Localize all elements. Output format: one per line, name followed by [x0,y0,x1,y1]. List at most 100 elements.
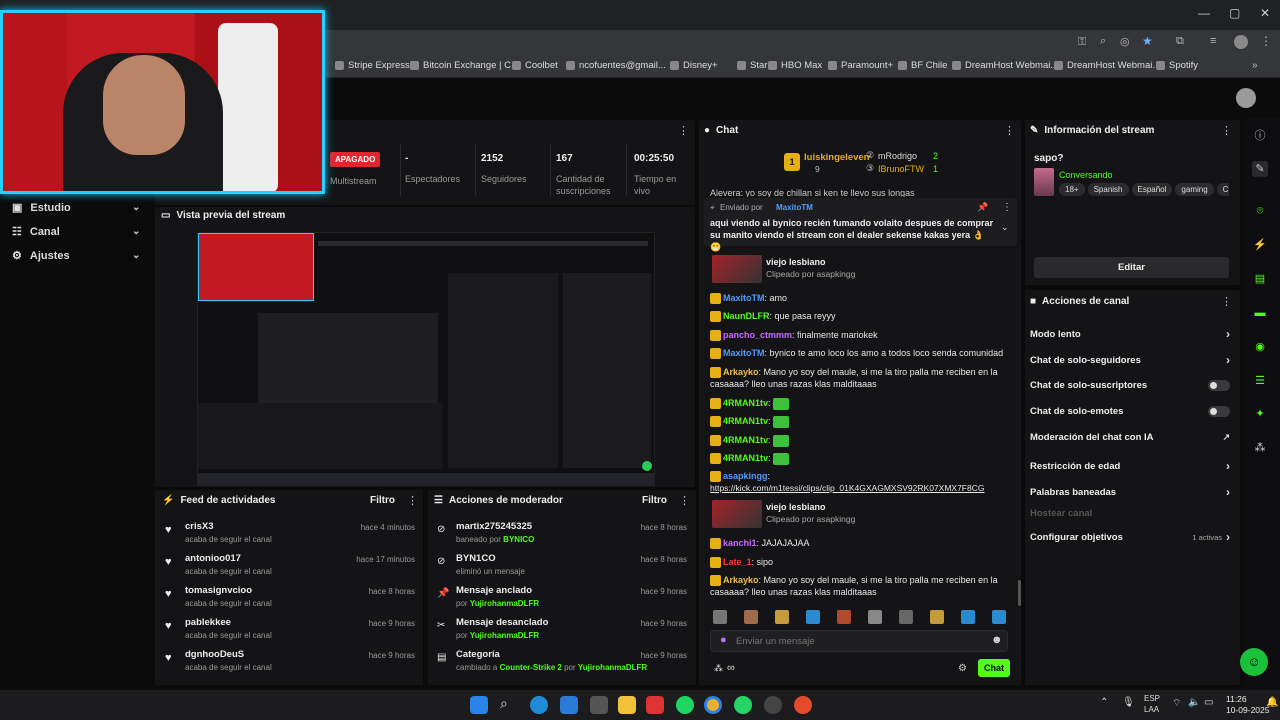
send-chat-button[interactable]: Chat [978,659,1010,677]
maximize-icon[interactable]: ▢ [1229,6,1240,20]
chat-settings-icon[interactable]: ⚙ [958,663,967,674]
bookmark-item[interactable]: Disney+ [670,60,718,71]
app-icon[interactable] [590,696,608,714]
close-icon[interactable]: ✕ [1260,6,1270,20]
clip-thumbnail[interactable] [712,255,762,283]
chrome-icon[interactable] [704,696,722,714]
info-rail-icon[interactable]: ▤ [1252,271,1268,287]
extensions-icon[interactable]: ⧉ [1176,35,1184,48]
emote-shortcut[interactable] [961,610,975,624]
more-bookmarks-icon[interactable]: » [1252,60,1258,71]
chat-username[interactable]: pancho_ctmmm [723,330,792,340]
steam-icon[interactable] [764,696,782,714]
store-icon[interactable] [560,696,578,714]
chat-username[interactable]: 4RMAN1tv [723,398,768,408]
channel-action-row[interactable]: Moderación del chat con IA ↗ [1030,432,1230,443]
language-indicator[interactable]: ESP [1144,694,1160,704]
chat-username[interactable]: NaunDLFR [723,311,770,321]
whatsapp-icon[interactable] [734,696,752,714]
sidebar-item-canal[interactable]: ☷ Canal ⌄ [12,225,142,239]
feed-user[interactable]: tomasignvcioo [185,585,252,596]
spotify-icon[interactable] [676,696,694,714]
mod-action-title[interactable]: BYN1CO [456,553,496,564]
chat-username[interactable]: MaxitoTM [723,348,765,358]
leaderboard-first[interactable]: luiskingeleven [804,152,869,163]
feed-user[interactable]: antonioo017 [185,553,241,564]
channel-action-row[interactable]: Modo lento › [1030,327,1230,341]
infinity-icon[interactable]: ∞ [727,662,735,674]
chat-username[interactable]: 4RMAN1tv [723,435,768,445]
bookmark-item[interactable]: Coolbet [512,60,558,71]
clock-date[interactable]: 10-09-2025 [1226,705,1269,715]
clip-title[interactable]: viejo lesbiano [766,502,826,512]
chat-username[interactable]: Late_1 [723,557,752,567]
chevron-down-icon[interactable]: ⌄ [1001,222,1009,233]
notifications-icon[interactable]: 🔔 [1266,697,1278,708]
emote-shortcut[interactable] [899,610,913,624]
kebab-icon[interactable]: ⋮ [1221,295,1232,308]
app-icon[interactable] [646,696,664,714]
emote-shortcut[interactable] [837,610,851,624]
bookmark-item[interactable]: Stripe Express [335,60,410,71]
mod-action-title[interactable]: Categoría [456,649,500,660]
camera-rail-icon[interactable]: ⌾ [1252,203,1268,219]
pinned-by-user[interactable]: MaxitoTM [776,203,813,212]
volume-icon[interactable]: 🔈 [1188,697,1200,708]
microphone-tray-icon[interactable]: 🎙 [1122,697,1135,708]
list-rail-icon[interactable]: ☰ [1252,373,1268,389]
mod-action-user[interactable]: Counter-Strike 2 [500,663,562,672]
user-avatar[interactable] [1236,88,1256,108]
minimize-icon[interactable]: — [1198,6,1210,20]
kebab-icon[interactable]: ⋮ [1004,124,1015,137]
mod-action-title[interactable]: Mensaje anclado [456,585,532,596]
feed-user[interactable]: pablekkee [185,617,231,628]
zoom-icon[interactable]: ⌕ [1100,35,1106,48]
broadcast-rail-icon[interactable]: ◉ [1252,339,1268,355]
chat-username[interactable]: 4RMAN1tv [723,416,768,426]
bookmark-item[interactable]: Paramount+ [828,60,893,71]
emoji-icon[interactable]: ☻ [991,634,1003,646]
chat-input[interactable] [736,633,976,649]
emote-shortcut[interactable] [868,610,882,624]
channel-action-row[interactable]: Chat de solo-suscriptores [1030,380,1230,391]
bookmark-item[interactable]: Bitcoin Exchange | C... [410,60,519,71]
chat-username[interactable]: 4RMAN1tv [723,453,768,463]
edit-layout-icon[interactable]: ✎ [1252,161,1268,177]
leaderboard-second[interactable]: mRodrigo [878,151,917,161]
toggle-switch[interactable] [1208,380,1230,391]
bookmark-item[interactable]: BF Chile [898,60,947,71]
lightning-rail-icon[interactable]: ⚡ [1252,237,1268,253]
bookmark-item[interactable]: DreamHost Webmai... [1054,60,1160,71]
sidebar-item-ajustes[interactable]: ⚙ Ajustes ⌄ [12,249,142,263]
mod-filter-button[interactable]: Filtro [642,495,667,506]
emote-shortcut[interactable] [713,610,727,624]
stream-preview-video[interactable] [197,232,655,486]
activity-filter-button[interactable]: Filtro [370,495,395,506]
brave-icon[interactable] [794,696,812,714]
help-icon[interactable]: ⓘ [1252,128,1268,144]
mod-action-title[interactable]: Mensaje desanclado [456,617,548,628]
keyboard-layout[interactable]: LAA [1144,705,1159,715]
battery-icon[interactable]: ▭ [1204,697,1213,708]
kebab-icon[interactable]: ⋮ [679,494,690,507]
chat-scrollbar[interactable] [1018,580,1021,606]
chat-username[interactable]: Arkayko [723,575,759,585]
microphone-icon[interactable]: ● [720,634,727,646]
chat-link[interactable]: https://kick.com/m1tessi/clips/clip_01K4… [710,483,984,493]
kebab-icon[interactable]: ⋮ [407,494,418,507]
clip-title[interactable]: viejo lesbiano [766,257,826,267]
edge-icon[interactable] [530,696,548,714]
emote-shortcut[interactable] [992,610,1006,624]
channel-action-row[interactable]: Chat de solo-emotes [1030,406,1230,417]
search-icon[interactable]: ⌕ [500,695,508,712]
toggle-switch[interactable] [1208,406,1230,417]
menu-kebab-icon[interactable]: ⋮ [1260,34,1272,48]
mod-action-user[interactable]: BYNICO [503,535,534,544]
pin-toggle-icon[interactable]: 📌 [977,202,988,213]
profile-avatar[interactable] [1234,35,1248,49]
kebab-icon[interactable]: ⋮ [1002,202,1012,213]
clock-time[interactable]: 11:26 [1226,694,1247,704]
eye-slash-icon[interactable]: ◎ [1120,35,1130,48]
category-name[interactable]: Conversando [1059,170,1113,180]
feed-user[interactable]: crisX3 [185,521,214,532]
